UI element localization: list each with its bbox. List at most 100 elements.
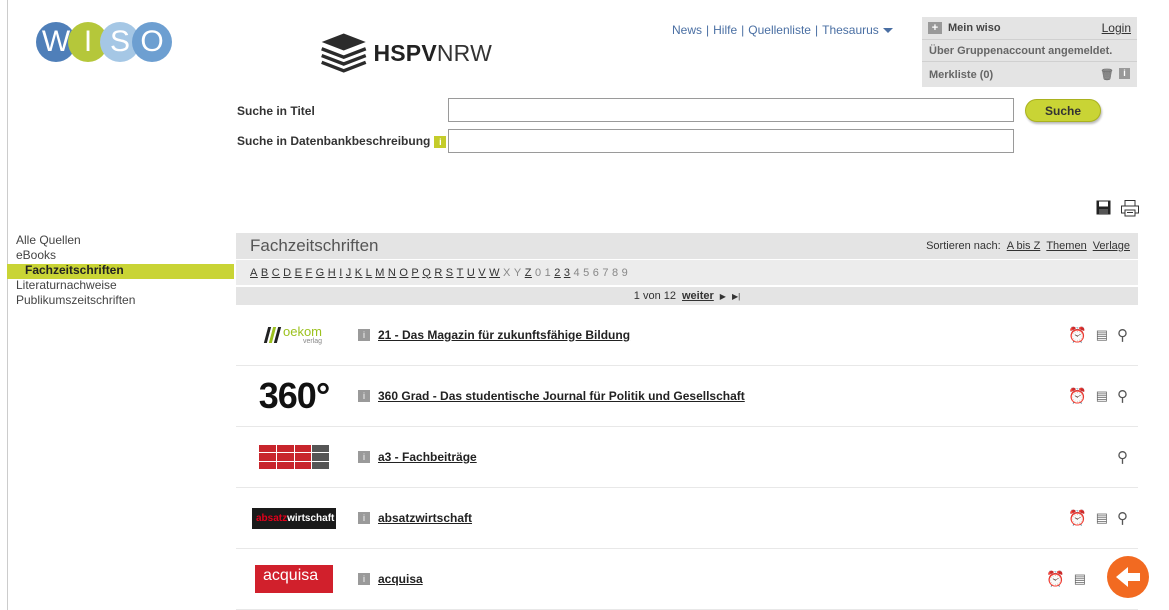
back-arrow-icon[interactable] xyxy=(1107,556,1149,598)
journal-logo[interactable]: acquisa xyxy=(236,565,352,593)
alphabet-letter[interactable]: N xyxy=(388,267,396,279)
document-icon[interactable]: ▤ xyxy=(1096,388,1108,404)
logo-text-b: wirtschaft xyxy=(287,512,335,524)
alphabet-letter[interactable]: Q xyxy=(422,267,431,279)
wiso-logo[interactable]: W I S O xyxy=(36,22,172,62)
alphabet-letter[interactable]: C xyxy=(272,267,280,279)
journal-logo[interactable]: 360° xyxy=(236,375,352,417)
nav-separator: | xyxy=(814,23,819,37)
alphabet-letter[interactable]: B xyxy=(261,267,269,279)
sort-themen-link[interactable]: Themen xyxy=(1046,240,1086,252)
alphabet-letter[interactable]: A xyxy=(250,267,258,279)
magnifier-icon[interactable]: ⚲ xyxy=(1117,448,1128,466)
sort-controls: Sortieren nach: A bis Z Themen Verlage xyxy=(926,240,1138,252)
info-icon[interactable]: i xyxy=(358,390,370,402)
info-icon[interactable]: i xyxy=(358,329,370,341)
logo-letter: O xyxy=(132,22,172,62)
plus-icon[interactable]: + xyxy=(928,22,942,34)
partner-logo: HSPVNRW xyxy=(320,28,492,78)
journal-title-link[interactable]: acquisa xyxy=(378,572,423,586)
partner-logo-light: NRW xyxy=(436,39,492,66)
alphabet-letter[interactable]: Z xyxy=(525,267,532,279)
alphabet-letter[interactable]: O xyxy=(399,267,408,279)
magnifier-icon[interactable]: ⚲ xyxy=(1117,326,1128,344)
alarm-clock-icon[interactable]: ⏰ xyxy=(1068,326,1087,344)
document-icon[interactable]: ▤ xyxy=(1096,510,1108,526)
journal-title-link[interactable]: absatzwirtschaft xyxy=(378,511,472,525)
sort-a-z-link[interactable]: A bis Z xyxy=(1007,240,1041,252)
alphabet-letter[interactable]: H xyxy=(328,267,336,279)
alphabet-letter[interactable]: D xyxy=(283,267,291,279)
alphabet-letter: X xyxy=(503,266,511,279)
nav-news-link[interactable]: News xyxy=(672,23,702,37)
alphabet-letter[interactable]: M xyxy=(375,267,385,279)
journal-logo[interactable]: absatzwirtschaft xyxy=(236,507,352,529)
last-page-icon[interactable]: ▶| xyxy=(732,292,740,301)
results-list: oekom verlag i 21 - Das Magazin für zukun… xyxy=(236,305,1138,610)
journal-logo[interactable]: oekom verlag xyxy=(236,325,352,345)
save-icon[interactable] xyxy=(1096,200,1111,222)
alphabet-letter[interactable]: W xyxy=(489,267,500,279)
logo-text: 360° xyxy=(258,375,330,416)
next-arrow-icon[interactable]: ▶ xyxy=(720,292,726,301)
magnifier-icon[interactable]: ⚲ xyxy=(1117,387,1128,405)
alphabet-letter[interactable]: 2 xyxy=(554,267,561,279)
search-button[interactable]: Suche xyxy=(1025,99,1101,122)
print-icon[interactable] xyxy=(1121,200,1139,222)
alarm-clock-icon[interactable]: ⏰ xyxy=(1068,509,1087,527)
logo-text: acquisa xyxy=(255,565,333,593)
journal-title-link[interactable]: a3 - Fachbeiträge xyxy=(378,450,477,464)
page-indicator: 1 von 12 xyxy=(633,290,676,302)
alarm-clock-icon[interactable]: ⏰ xyxy=(1046,570,1065,588)
alphabet-letter[interactable]: J xyxy=(346,267,352,279)
alphabet-letter[interactable]: T xyxy=(457,267,464,279)
alphabet-letter[interactable]: K xyxy=(355,267,363,279)
alarm-clock-icon[interactable]: ⏰ xyxy=(1068,387,1087,405)
alphabet-letter[interactable]: P xyxy=(411,267,419,279)
search-title-input[interactable] xyxy=(448,98,1014,122)
journal-title-link[interactable]: 21 - Das Magazin für zukunftsfähige Bild… xyxy=(378,328,630,342)
info-icon[interactable]: i xyxy=(434,135,447,148)
alphabet-letter[interactable]: R xyxy=(434,267,442,279)
sidebar-item-literaturnachweise[interactable]: Literaturnachweise xyxy=(7,279,234,294)
list-item: oekom verlag i 21 - Das Magazin für zukun… xyxy=(236,305,1138,366)
nav-hilfe-link[interactable]: Hilfe xyxy=(713,23,737,37)
journal-title-link[interactable]: 360 Grad - Das studentische Journal für … xyxy=(378,389,745,403)
magnifier-icon[interactable]: ⚲ xyxy=(1117,509,1128,527)
sidebar-item-alle-quellen[interactable]: Alle Quellen xyxy=(7,234,234,249)
alphabet-letter[interactable]: E xyxy=(295,267,303,279)
nav-quellenliste-link[interactable]: Quellenliste xyxy=(748,23,811,37)
alphabet-letter[interactable]: L xyxy=(366,267,373,279)
sort-verlage-link[interactable]: Verlage xyxy=(1093,240,1130,252)
mein-wiso-title[interactable]: Mein wiso xyxy=(948,22,1001,34)
info-icon[interactable]: i xyxy=(1119,68,1130,79)
search-description-input[interactable] xyxy=(448,129,1014,153)
top-navigation: News | Hilfe | Quellenliste | Thesaurus xyxy=(672,23,893,37)
alphabet-filter: ABCDEFGHIJKLMNOPQRSTUVWXYZ0123456789 xyxy=(236,260,1138,285)
list-item: i a3 - Fachbeiträge ⚲ xyxy=(236,427,1138,488)
alphabet-letter: Y xyxy=(513,266,522,279)
alphabet-letter: 5 xyxy=(583,266,590,279)
info-icon[interactable]: i xyxy=(358,573,370,585)
next-page-link[interactable]: weiter xyxy=(682,290,714,302)
alphabet-letter[interactable]: I xyxy=(339,267,343,279)
alphabet-letter[interactable]: G xyxy=(316,267,325,279)
sidebar-item-fachzeitschriften[interactable]: Fachzeitschriften xyxy=(7,264,234,279)
alphabet-letter[interactable]: V xyxy=(478,267,486,279)
nav-thesaurus-dropdown[interactable]: Thesaurus xyxy=(822,23,893,37)
alphabet-letter[interactable]: S xyxy=(446,267,454,279)
sidebar-item-ebooks[interactable]: eBooks xyxy=(7,249,234,264)
alphabet-letter[interactable]: F xyxy=(305,267,312,279)
document-icon[interactable]: ▤ xyxy=(1096,327,1108,343)
merkliste-link[interactable]: Merkliste (0) xyxy=(929,69,993,81)
alphabet-letter[interactable]: U xyxy=(467,267,475,279)
info-icon[interactable]: i xyxy=(358,512,370,524)
document-icon[interactable]: ▤ xyxy=(1074,571,1086,587)
login-link[interactable]: Login xyxy=(1102,21,1131,35)
info-icon[interactable]: i xyxy=(358,451,370,463)
trash-icon[interactable]: 🗑 xyxy=(1100,68,1114,81)
alphabet-letter[interactable]: 3 xyxy=(564,267,571,279)
journal-logo[interactable] xyxy=(236,445,352,469)
toolbar xyxy=(1096,200,1139,222)
sidebar-item-publikumszeitschriften[interactable]: Publikumszeitschriften xyxy=(7,294,234,309)
